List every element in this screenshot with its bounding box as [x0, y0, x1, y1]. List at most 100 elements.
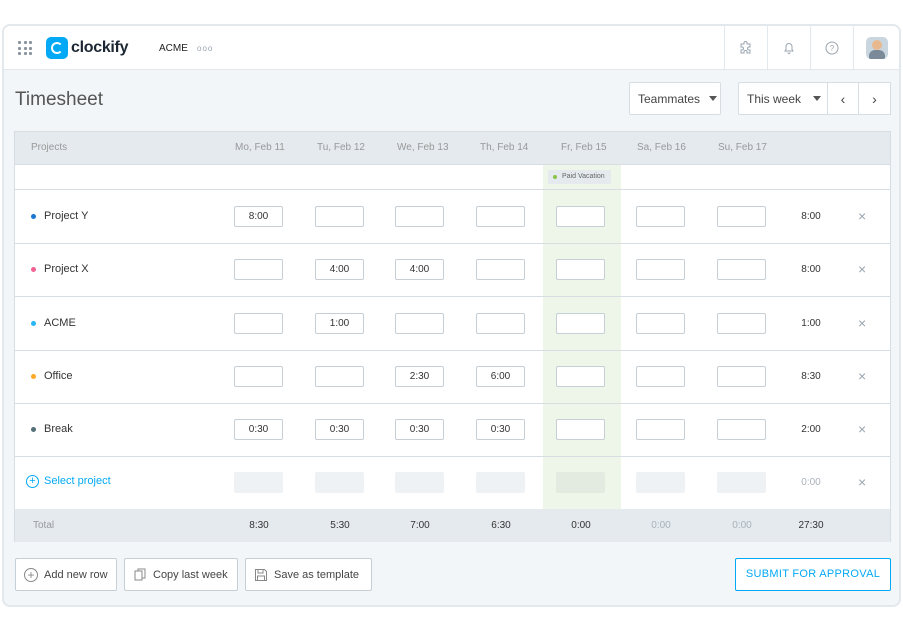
user-menu[interactable]: [853, 26, 899, 70]
time-entry-input[interactable]: [556, 312, 605, 334]
project-name[interactable]: ACME: [44, 317, 76, 329]
close-icon[interactable]: ×: [858, 474, 866, 490]
time-entry-input[interactable]: [476, 206, 525, 227]
time-entry-input[interactable]: [636, 206, 685, 227]
project-color-dot: [31, 320, 36, 326]
day-total: 5:30: [330, 520, 350, 531]
select-project-link[interactable]: Select project: [44, 475, 111, 487]
app-window: clockify ACME ooo ? Timesheet Teammates …: [2, 24, 901, 607]
copy-last-week-button[interactable]: Copy last week: [124, 558, 238, 591]
project-name[interactable]: Project Y: [44, 210, 88, 222]
time-cell-placeholder: [315, 472, 364, 493]
close-icon[interactable]: ×: [858, 261, 866, 277]
close-icon[interactable]: ×: [858, 368, 866, 384]
puzzle-icon[interactable]: [724, 26, 767, 70]
time-cell-placeholder: [395, 472, 444, 493]
save-as-template-button[interactable]: Save as template: [245, 558, 372, 591]
day-header-thu: Th, Feb 14: [480, 142, 529, 153]
save-as-template-label: Save as template: [274, 568, 359, 581]
day-header-fri: Fr, Feb 15: [561, 142, 607, 153]
close-icon[interactable]: ×: [858, 421, 866, 437]
time-entry-input[interactable]: 8:00: [234, 206, 283, 227]
chevron-right-icon: ›: [872, 90, 877, 107]
time-entry-input[interactable]: [476, 259, 525, 281]
time-entry-input[interactable]: [315, 365, 364, 387]
workspace-menu-icon[interactable]: ooo: [197, 44, 213, 53]
submit-for-approval-button[interactable]: SUBMIT FOR APPROVAL: [735, 558, 891, 591]
time-entry-input[interactable]: [476, 312, 525, 334]
time-entry-input[interactable]: [234, 365, 283, 387]
time-entry-input[interactable]: [636, 312, 685, 334]
time-entry-input[interactable]: [556, 259, 605, 281]
time-entry-input[interactable]: [717, 419, 766, 441]
time-entry-input[interactable]: 0:30: [476, 419, 525, 441]
time-entry-input[interactable]: [717, 206, 766, 227]
time-entry-input[interactable]: [717, 259, 766, 281]
clockify-logo-icon: [46, 37, 68, 59]
time-entry-input[interactable]: 1:00: [315, 312, 364, 334]
clockify-logo[interactable]: clockify: [46, 37, 128, 59]
table-row: Break 0:30 0:30 0:30 0:30 2:00 ×: [15, 403, 890, 458]
project-color-dot: [31, 373, 36, 379]
project-name[interactable]: Office: [44, 370, 73, 382]
select-project-row: + Select project 0:00 ×: [15, 456, 890, 510]
brand-name: clockify: [71, 39, 129, 56]
time-entry-input[interactable]: [717, 365, 766, 387]
time-cell-placeholder: [476, 472, 525, 493]
teammates-dropdown[interactable]: Teammates: [629, 82, 721, 115]
plus-circle-icon[interactable]: +: [26, 475, 39, 488]
time-entry-input[interactable]: [636, 419, 685, 441]
previous-week-button[interactable]: ‹: [827, 82, 859, 115]
day-info-row: [15, 165, 890, 190]
time-entry-input[interactable]: [556, 419, 605, 441]
add-new-row-button[interactable]: + Add new row: [15, 558, 117, 591]
bell-icon[interactable]: [767, 26, 810, 70]
grand-total: 27:30: [798, 520, 824, 531]
project-color-dot: [31, 214, 36, 219]
time-entry-input[interactable]: [717, 312, 766, 334]
grid-header: Projects Mo, Feb 11 Tu, Feb 12 We, Feb 1…: [15, 132, 890, 165]
time-entry-input[interactable]: 6:00: [476, 365, 525, 387]
chevron-left-icon: ‹: [840, 90, 846, 107]
time-entry-input[interactable]: 0:30: [395, 419, 444, 441]
time-entry-input[interactable]: [556, 206, 605, 227]
time-entry-input[interactable]: [395, 206, 444, 227]
time-entry-input[interactable]: [315, 206, 364, 227]
time-entry-input[interactable]: 0:30: [234, 419, 283, 441]
project-name[interactable]: Project X: [44, 263, 89, 275]
svg-text:?: ?: [830, 44, 835, 53]
close-icon[interactable]: ×: [858, 315, 866, 331]
projects-header: Projects: [31, 142, 68, 153]
project-color-dot: [31, 427, 36, 433]
time-entry-input[interactable]: 4:00: [395, 259, 444, 281]
caret-down-icon: [709, 96, 718, 101]
project-color-dot: [31, 267, 36, 273]
time-entry-input[interactable]: 2:30: [395, 365, 444, 387]
avatar: [865, 37, 888, 59]
day-header-tue: Tu, Feb 12: [317, 142, 365, 153]
time-entry-input[interactable]: [556, 365, 605, 387]
workspace-name[interactable]: ACME: [159, 43, 188, 54]
day-header-mon: Mo, Feb 11: [235, 142, 285, 153]
row-total: 8:30: [801, 370, 821, 382]
week-label: This week: [747, 91, 802, 106]
time-cell-placeholder: [717, 472, 766, 493]
time-entry-input[interactable]: [636, 365, 685, 387]
save-icon: [254, 568, 268, 582]
time-entry-input[interactable]: [234, 312, 283, 334]
time-entry-input[interactable]: 4:00: [315, 259, 364, 281]
total-label: Total: [33, 520, 55, 531]
time-entry-input[interactable]: [395, 312, 444, 334]
time-entry-input[interactable]: [234, 259, 283, 281]
project-name[interactable]: Break: [44, 423, 73, 435]
help-icon[interactable]: ?: [810, 26, 853, 70]
close-icon[interactable]: ×: [858, 208, 866, 224]
time-entry-input[interactable]: [636, 259, 685, 281]
time-entry-input[interactable]: 0:30: [315, 419, 364, 441]
week-dropdown[interactable]: This week: [738, 82, 828, 115]
day-header-wed: We, Feb 13: [397, 142, 449, 153]
table-row: ACME 1:00 1:00 ×: [15, 297, 890, 351]
paid-vacation-badge: Paid Vacation: [548, 170, 611, 184]
next-week-button[interactable]: ›: [859, 82, 891, 115]
apps-grid-icon[interactable]: [18, 41, 32, 55]
